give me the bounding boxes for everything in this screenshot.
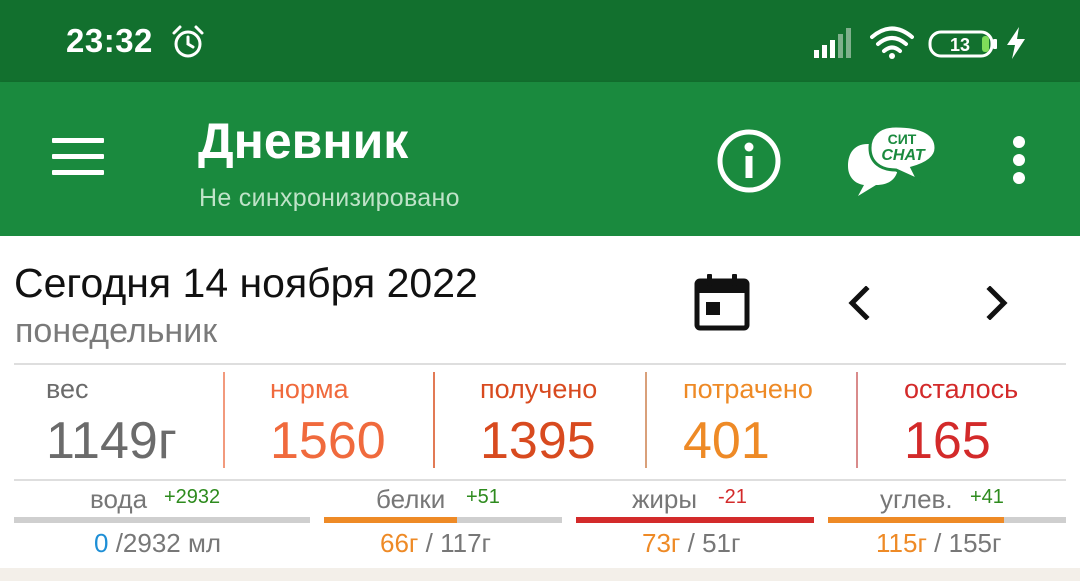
macro-progress-bar (576, 517, 814, 523)
more-vert-button[interactable] (1010, 136, 1028, 184)
more-vert-icon (1013, 136, 1025, 148)
stat-norm: норма 1560 (226, 374, 432, 471)
divider (14, 363, 1066, 365)
stat-label: норма (270, 374, 349, 404)
previous-day-button[interactable] (846, 285, 872, 324)
chat-logo-top: СИТ (888, 131, 917, 147)
chat-logo-bottom: CHAT (881, 147, 925, 164)
macro-amount: 0 /2932 мл (94, 528, 221, 559)
macro-delta: +51 (466, 486, 500, 508)
alarm-icon (170, 24, 206, 64)
macro-progress-bar (324, 517, 562, 523)
chat-button[interactable]: СИТ CHAT (846, 122, 938, 202)
app-title: Дневник (198, 113, 409, 169)
info-button[interactable] (716, 128, 782, 198)
macro-current: 0 (94, 528, 109, 558)
current-date: Сегодня 14 ноября 2022 (14, 260, 478, 306)
macro-name: жиры (632, 484, 698, 514)
sync-status: Не синхронизировано (199, 184, 460, 212)
stat-spent: потрачено 401 (648, 374, 854, 471)
macro-water: вода +2932 0 /2932 мл (14, 484, 310, 564)
macro-progress-fill (576, 517, 814, 523)
macro-amount: 73г / 51г (642, 528, 740, 559)
macro-progress-bar (14, 517, 310, 523)
calendar-button[interactable] (694, 273, 750, 335)
macro-amount: 115г / 155г (876, 528, 1001, 559)
macro-total: /2932 мл (108, 528, 222, 558)
macro-delta: -21 (718, 486, 747, 508)
chat-icon: СИТ CHAT (848, 124, 938, 196)
stat-value: 401 (683, 412, 770, 470)
macro-fat: жиры -21 73г / 51г (576, 484, 814, 564)
status-time: 23:32 (66, 22, 153, 59)
stat-label: получено (480, 374, 598, 404)
stat-value: 1560 (270, 412, 386, 470)
macro-current: 73г (642, 528, 681, 558)
stat-value: 165 (904, 412, 991, 470)
divider (14, 479, 1066, 481)
chevron-right-icon (986, 285, 1008, 321)
macro-progress-bar (828, 517, 1066, 523)
diary-summary-card: Сегодня 14 ноября 2022 понедельник вес 1… (0, 236, 1080, 568)
stat-label: потрачено (683, 374, 813, 404)
macro-name: вода (90, 484, 148, 514)
stat-separator (433, 372, 435, 468)
info-icon (717, 129, 781, 193)
stat-label: вес (46, 374, 89, 404)
macro-delta: +2932 (164, 486, 221, 508)
charging-icon (1005, 27, 1027, 63)
macro-total: / 155г (926, 528, 1002, 558)
battery-icon: 13 (928, 30, 998, 62)
bottom-background (0, 568, 1080, 581)
menu-icon (52, 138, 104, 143)
macro-name: углев. (880, 484, 953, 514)
macro-total: / 117г (418, 528, 492, 558)
stat-weight: вес 1149г (14, 374, 214, 471)
signal-icon (814, 28, 858, 62)
macro-total: / 51г (680, 528, 741, 558)
macro-current: 115г (876, 528, 927, 558)
macro-delta: +41 (970, 486, 1004, 508)
stat-separator (223, 372, 225, 468)
stat-label: осталось (904, 374, 1019, 404)
menu-icon-line (52, 170, 104, 175)
macro-carbs: углев. +41 115г / 155г (828, 484, 1066, 564)
more-vert-icon-dot (1013, 172, 1025, 184)
macro-name: белки (376, 484, 446, 514)
more-vert-icon-dot (1013, 154, 1025, 166)
stat-value: 1149г (46, 412, 177, 470)
macro-progress-fill (324, 517, 458, 523)
current-weekday: понедельник (15, 312, 218, 350)
stat-value: 1395 (480, 412, 596, 470)
chevron-left-icon (848, 285, 870, 321)
stat-remaining: осталось 165 (858, 374, 1064, 471)
stat-separator (645, 372, 647, 468)
next-day-button[interactable] (984, 285, 1010, 324)
macro-progress-fill (828, 517, 1005, 523)
stat-received: получено 1395 (436, 374, 644, 471)
macro-current: 66г (380, 528, 419, 558)
calendar-icon (694, 274, 750, 331)
battery-level: 13 (950, 35, 970, 55)
menu-icon-line (52, 154, 104, 159)
app-bar: Дневник Не синхронизировано СИТ CHAT (0, 82, 1080, 236)
wifi-icon (870, 26, 914, 64)
macro-amount: 66г / 117г (380, 528, 491, 559)
macro-protein: белки +51 66г / 117г (324, 484, 562, 564)
status-bar: 23:32 13 (0, 0, 1080, 82)
menu-button[interactable] (52, 138, 104, 178)
